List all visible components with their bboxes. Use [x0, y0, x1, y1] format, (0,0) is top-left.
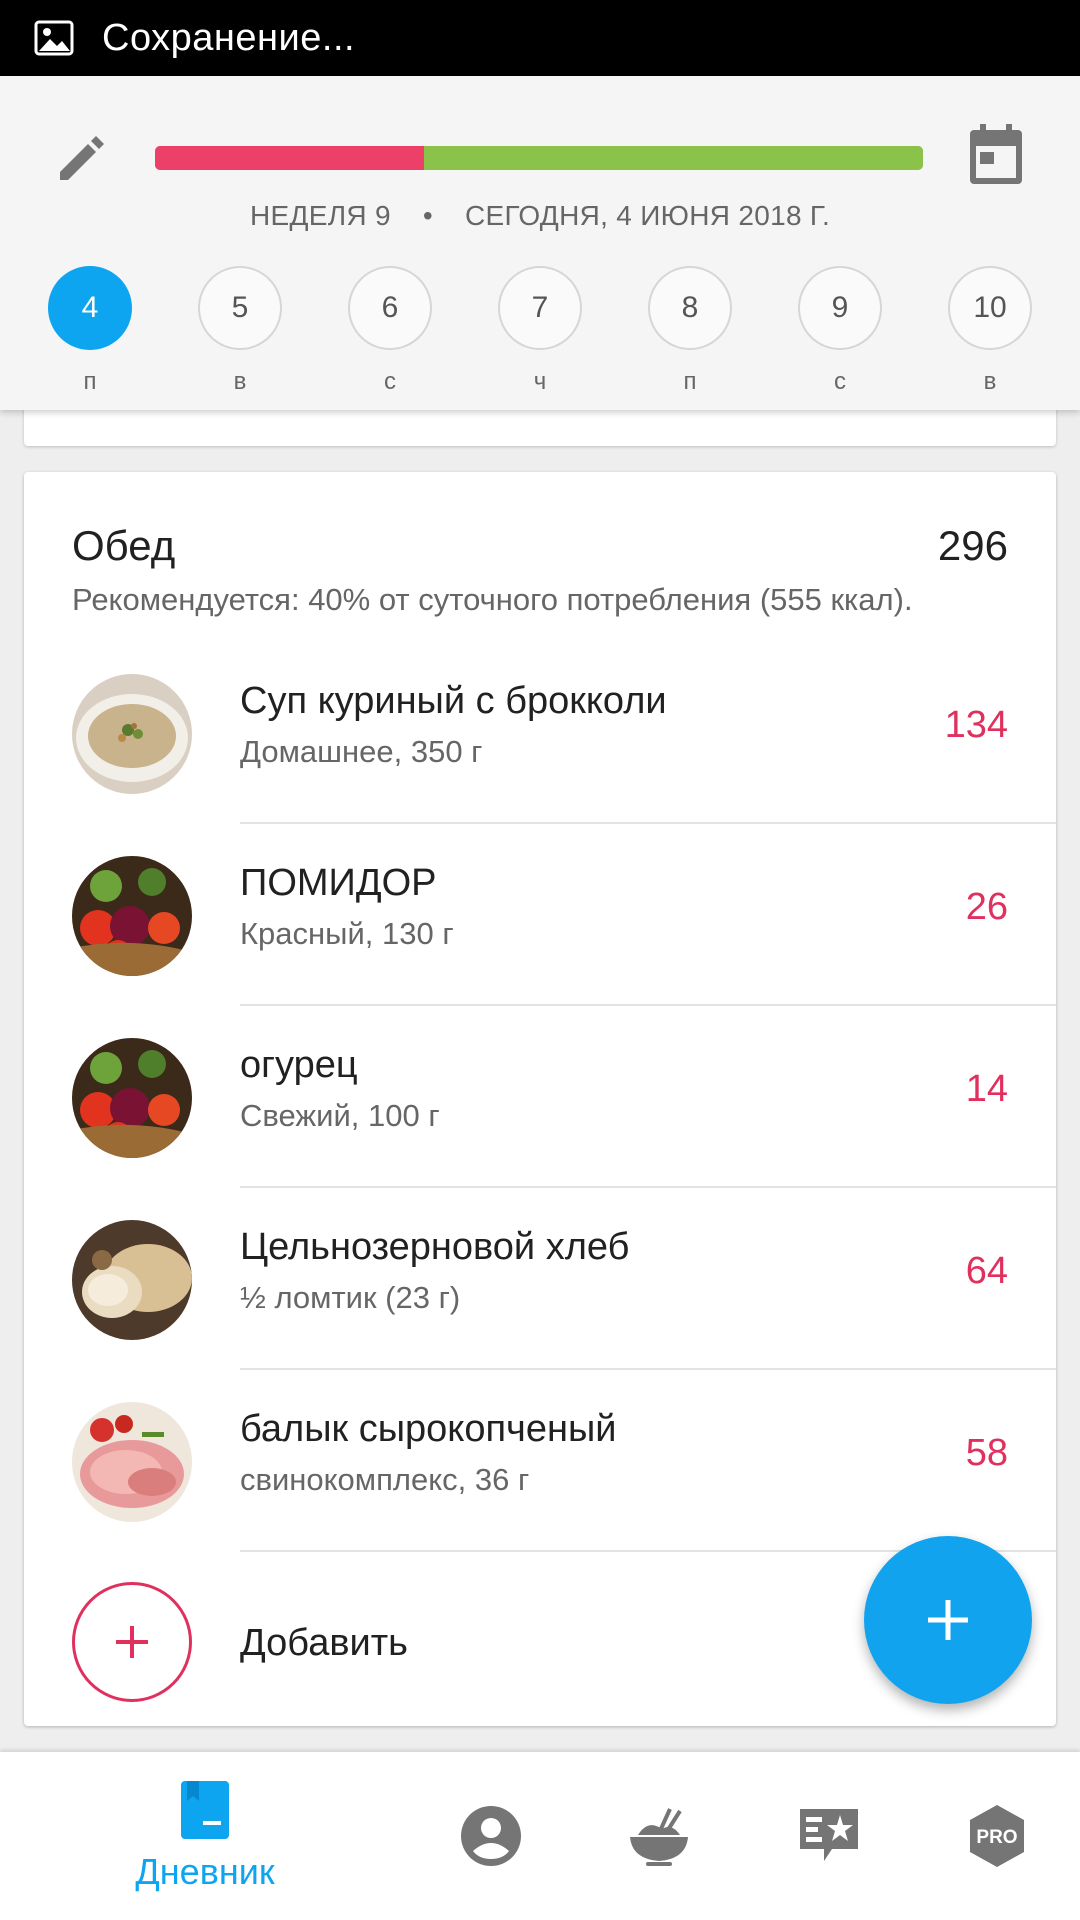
week-date-line: НЕДЕЛЯ 9 • СЕГОДНЯ, 4 ИЮНЯ 2018 Г.	[0, 200, 1080, 232]
day-number: 5	[198, 266, 282, 350]
day-6[interactable]: 6с	[348, 266, 432, 396]
today-label: СЕГОДНЯ, 4 ИЮНЯ 2018 Г.	[464, 200, 831, 231]
day-number: 9	[798, 266, 882, 350]
food-thumbnail	[72, 674, 192, 794]
day-weekday: с	[384, 368, 396, 395]
day-weekday: ч	[533, 368, 547, 395]
day-number: 6	[348, 266, 432, 350]
food-details: Свежий, 100 г	[240, 1098, 440, 1133]
fab-add-button[interactable]	[864, 1536, 1032, 1704]
day-5[interactable]: 5в	[198, 266, 282, 396]
calendar-icon[interactable]	[966, 122, 1026, 188]
food-details: Домашнее, 350 г	[240, 734, 483, 769]
day-weekday: п	[683, 368, 697, 395]
pro-badge-icon: PRO	[970, 1805, 1024, 1867]
food-item[interactable]: Цельнозерновой хлеб ½ ломтик (23 г) 64	[24, 1188, 1056, 1370]
day-4[interactable]: 4п	[48, 266, 132, 396]
food-item[interactable]: Суп куриный с брокколи Домашнее, 350 г 134	[24, 642, 1056, 824]
food-item[interactable]: огурец Свежий, 100 г 14	[24, 1006, 1056, 1188]
food-kcal: 134	[944, 704, 1008, 746]
food-details: Красный, 130 г	[240, 916, 454, 951]
food-thumbnail	[72, 1038, 192, 1158]
nav-item-profile[interactable]	[446, 1752, 536, 1920]
pencil-icon[interactable]	[52, 128, 112, 188]
status-bar: Сохранение...	[0, 0, 1080, 76]
food-details: свинокомплекс, 36 г	[240, 1462, 530, 1497]
plus-icon	[116, 1626, 148, 1658]
meal-recommendation: Рекомендуется: 40% от суточного потребле…	[72, 582, 913, 617]
daily-progress-bar	[155, 146, 923, 170]
food-name: ПОМИДОР	[240, 862, 437, 904]
meal-total-kcal: 296	[937, 522, 1008, 569]
diary-header: НЕДЕЛЯ 9 • СЕГОДНЯ, 4 ИЮНЯ 2018 Г. 4п5в6с7…	[0, 76, 1080, 410]
day-number: 7	[498, 266, 582, 350]
food-name: Суп куриный с брокколи	[240, 680, 667, 722]
nav-item-diary[interactable]: Дневник	[110, 1752, 300, 1920]
food-thumbnail	[72, 1220, 192, 1340]
food-name: балык сырокопченый	[240, 1408, 617, 1450]
recipes-star-icon	[800, 1809, 858, 1861]
food-name: Цельнозерновой хлеб	[240, 1226, 630, 1268]
add-food-button[interactable]	[72, 1582, 192, 1702]
nav-item-food[interactable]	[614, 1752, 704, 1920]
meal-card-lunch: Обед 296 Рекомендуется: 40% от суточного…	[24, 472, 1056, 1726]
day-weekday: в	[983, 368, 997, 395]
day-9[interactable]: 9с	[798, 266, 882, 396]
food-details: ½ ломтик (23 г)	[240, 1280, 461, 1315]
meal-title[interactable]: Обед	[72, 522, 175, 570]
nav-item-recipes[interactable]	[784, 1752, 874, 1920]
week-label: НЕДЕЛЯ 9	[249, 200, 391, 231]
progress-consumed	[155, 146, 424, 170]
day-number: 4	[48, 266, 132, 350]
food-kcal: 64	[965, 1250, 1008, 1292]
day-number: 8	[648, 266, 732, 350]
food-thumbnail	[72, 1402, 192, 1522]
day-number: 10	[948, 266, 1032, 350]
food-thumbnail	[72, 856, 192, 976]
status-text: Сохранение...	[102, 16, 356, 59]
progress-remaining	[423, 146, 923, 170]
day-7[interactable]: 7ч	[498, 266, 582, 396]
plus-icon	[928, 1600, 968, 1640]
bottom-navigation: Дневник PRO	[0, 1752, 1080, 1920]
food-list: Суп куриный с брокколи Домашнее, 350 г 134…	[24, 642, 1056, 1552]
week-days-strip: 4 п 5 в 6 с 7 ч 8 п 9 с 10 в	[0, 266, 1080, 406]
food-item[interactable]: балык сырокопченый свинокомплекс, 36 г 58	[24, 1370, 1056, 1552]
pro-text: PRO	[976, 1827, 1017, 1848]
profile-icon	[461, 1806, 521, 1866]
food-kcal: 14	[965, 1068, 1008, 1110]
day-10[interactable]: 10 в	[948, 266, 1032, 396]
day-weekday: с	[834, 368, 846, 395]
day-8[interactable]: 8п	[648, 266, 732, 396]
food-item[interactable]: ПОМИДОР Красный, 130 г 26	[24, 824, 1056, 1006]
day-weekday: в	[233, 368, 247, 395]
add-food-label[interactable]: Добавить	[240, 1622, 408, 1665]
food-name: огурец	[240, 1044, 358, 1086]
separator-dot: •	[422, 200, 433, 231]
day-weekday: п	[83, 368, 97, 395]
food-bowl-icon	[630, 1808, 688, 1866]
food-kcal: 58	[965, 1432, 1008, 1474]
food-kcal: 26	[965, 886, 1008, 928]
image-icon	[34, 20, 74, 56]
diary-book-icon	[181, 1781, 229, 1839]
nav-item-pro[interactable]: PRO	[952, 1752, 1042, 1920]
nav-label-diary: Дневник	[135, 1851, 275, 1892]
